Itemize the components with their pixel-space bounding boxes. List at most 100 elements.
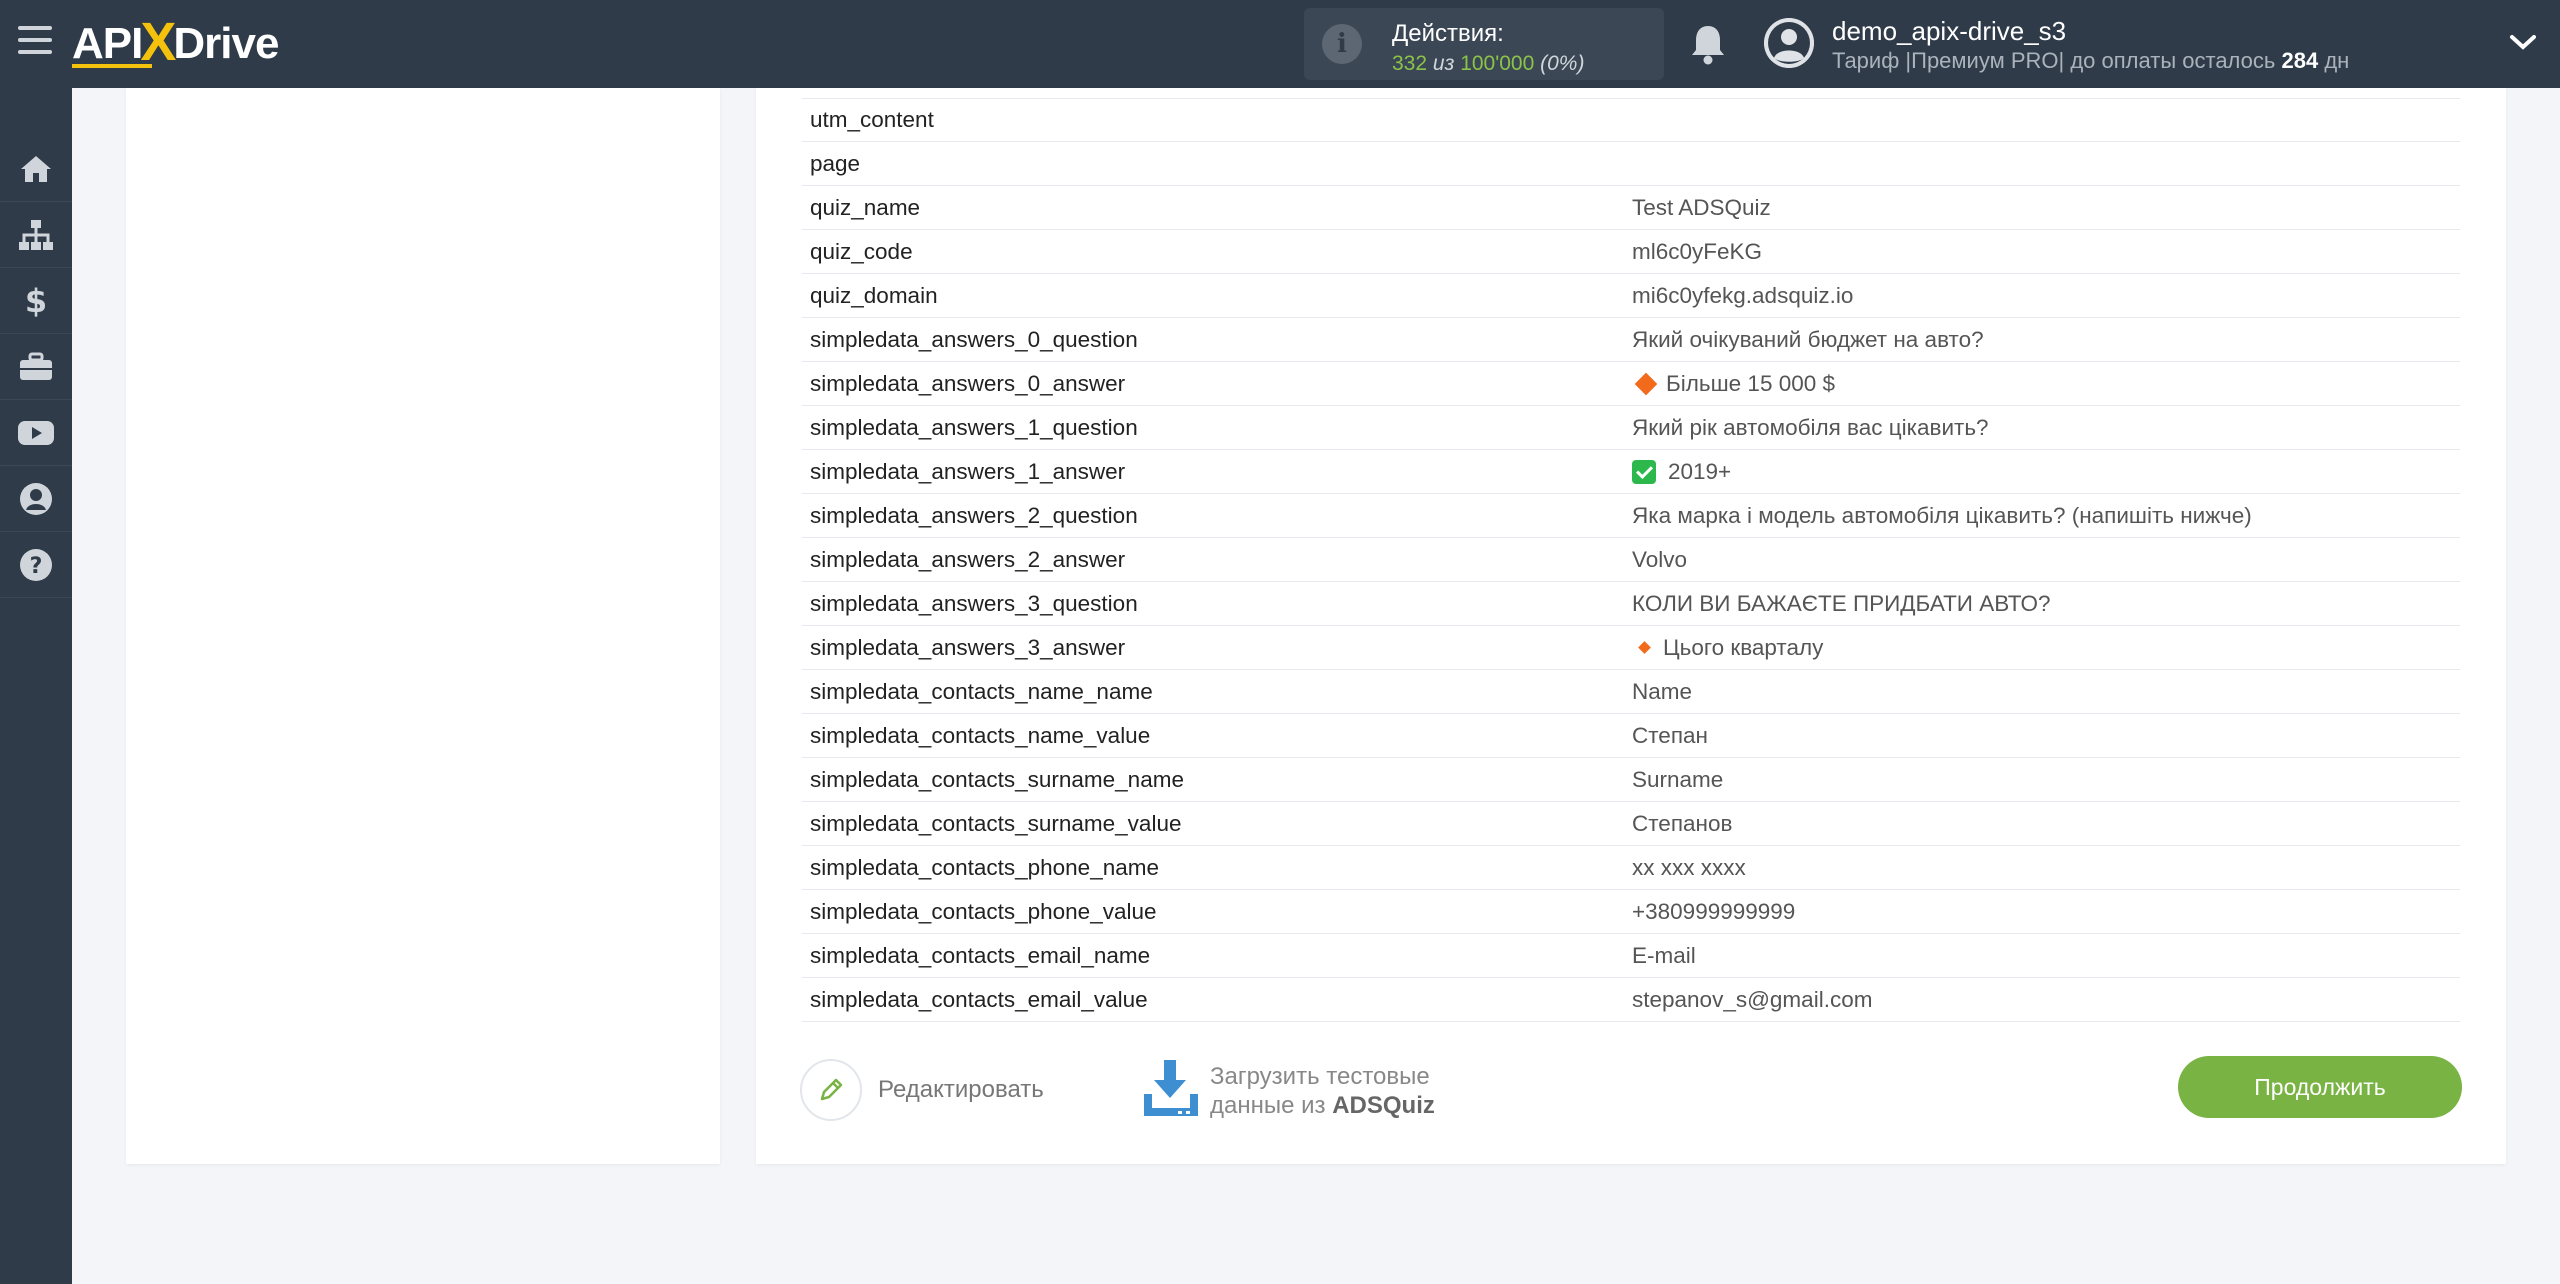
field-name: utm_content (810, 107, 934, 132)
field-name: simpledata_contacts_phone_name (810, 854, 1159, 880)
load-label-line1: Загрузить тестовые (1210, 1063, 1430, 1090)
menu-icon[interactable] (18, 26, 52, 62)
plan-days-unit: дн (2324, 48, 2350, 73)
continue-button[interactable]: Продолжить (2178, 1056, 2462, 1118)
field-value: Яка марка і модель автомобіля цікавить? … (1632, 502, 2252, 528)
user-name[interactable]: demo_apix-drive_s3 (1832, 16, 2066, 47)
orange-diamond-icon (1634, 372, 1658, 395)
youtube-icon[interactable] (0, 400, 72, 466)
load-test-data-button[interactable]: Загрузить тестовые данные из ADSQuiz (1142, 1056, 1435, 1126)
field-value-cell: Степан (1632, 723, 2460, 749)
field-value-cell: Name (1632, 679, 2460, 705)
field-name: simpledata_contacts_surname_name (810, 766, 1184, 792)
data-table: utm_content page quiz_name Test ADSQuiz quiz… (802, 98, 2460, 1022)
logo-underline (72, 64, 152, 68)
field-value: stepanov_s@gmail.com (1632, 986, 1873, 1012)
load-label-source: ADSQuiz (1332, 1092, 1435, 1119)
apixdrive-logo[interactable]: API X Drive (72, 12, 279, 74)
dollar-icon[interactable]: $ (0, 268, 72, 334)
field-value-cell: Surname (1632, 767, 2460, 793)
actions-label: Действия: (1392, 20, 1504, 47)
load-label-prefix: данные из (1210, 1092, 1326, 1119)
field-name: simpledata_contacts_email_name (810, 942, 1151, 968)
field-value-cell: КОЛИ ВИ БАЖАЄТЕ ПРИДБАТИ АВТО? (1632, 591, 2460, 617)
field-name: simpledata_answers_0_answer (810, 370, 1126, 396)
field-name: simpledata_answers_1_question (810, 414, 1138, 440)
field-value: Степан (1632, 722, 1708, 748)
field-value: xx xxx xxxx (1632, 854, 1746, 880)
field-value: E-mail (1632, 942, 1696, 968)
field-value: Surname (1632, 766, 1724, 792)
field-value: Test ADSQuiz (1632, 194, 1771, 220)
table-row: simpledata_contacts_name_value Степан (802, 714, 2460, 758)
actions-counter: i Действия: 332 из 100'000 (0%) (1304, 8, 1664, 80)
load-label: Загрузить тестовые данные из ADSQuiz (1210, 1062, 1435, 1120)
chevron-down-icon[interactable] (2508, 30, 2538, 54)
table-row: quiz_code ml6c0yFeKG (802, 230, 2460, 274)
table-row: simpledata_contacts_email_value stepanov_… (802, 978, 2460, 1022)
field-name: simpledata_answers_3_answer (810, 634, 1126, 660)
bell-icon[interactable] (1688, 22, 1728, 66)
plan-text: Тариф |Премиум PRO| до оплаты осталось (1832, 48, 2276, 73)
field-name: simpledata_answers_2_question (810, 502, 1138, 528)
field-value: КОЛИ ВИ БАЖАЄТЕ ПРИДБАТИ АВТО? (1632, 590, 2051, 616)
user-icon[interactable] (0, 466, 72, 532)
field-value: +380999999999 (1632, 898, 1796, 924)
actions-total: 100'000 (1460, 52, 1535, 75)
field-value-cell: ml6c0yFeKG (1632, 239, 2460, 265)
field-value-cell: Яка марка і модель автомобіля цікавить? … (1632, 503, 2460, 529)
table-row: quiz_name Test ADSQuiz (802, 186, 2460, 230)
table-row: simpledata_answers_0_question Який очікув… (802, 318, 2460, 362)
info-icon: i (1322, 24, 1362, 64)
table-row: simpledata_answers_2_answer Volvo (802, 538, 2460, 582)
actions-count: 332 из 100'000 (0%) (1392, 52, 1584, 76)
table-row: simpledata_answers_3_question КОЛИ ВИ БАЖ… (802, 582, 2460, 626)
help-icon[interactable]: ? (0, 532, 72, 598)
field-value-cell: xx xxx xxxx (1632, 855, 2460, 881)
avatar[interactable] (1764, 18, 1814, 68)
field-name: simpledata_contacts_email_value (810, 986, 1148, 1012)
field-value-cell: mi6c0yfekg.adsquiz.io (1632, 283, 2460, 309)
field-value: Який рік автомобіля вас цікавить? (1632, 414, 1989, 440)
download-icon (1142, 1058, 1202, 1125)
field-value-cell: Цього кварталу (1632, 635, 2460, 661)
field-value-cell: Більше 15 000 $ (1632, 371, 2460, 397)
left-panel (126, 88, 720, 1164)
table-row: utm_content (802, 98, 2460, 142)
actions-percent: (0%) (1540, 52, 1585, 75)
table-row: simpledata_contacts_surname_value Степано… (802, 802, 2460, 846)
field-name: simpledata_answers_0_question (810, 326, 1138, 352)
home-icon[interactable] (0, 136, 72, 202)
field-name: quiz_domain (810, 282, 938, 308)
field-value-cell: Степанов (1632, 811, 2460, 837)
field-value-cell: Який рік автомобіля вас цікавить? (1632, 415, 2460, 441)
table-row: simpledata_answers_2_question Яка марка і… (802, 494, 2460, 538)
top-header: API X Drive i Действия: 332 из 100'000 (… (0, 0, 2560, 88)
field-value: ml6c0yFeKG (1632, 238, 1763, 264)
logo-text-drive: Drive (173, 19, 279, 68)
field-name: simpledata_answers_3_question (810, 590, 1138, 616)
table-row: simpledata_answers_3_answer Цього квартал… (802, 626, 2460, 670)
small-orange-diamond-icon (1638, 641, 1651, 654)
field-value: Степанов (1632, 810, 1733, 836)
field-value: Цього кварталу (1663, 634, 1824, 660)
field-value-cell: +380999999999 (1632, 899, 2460, 925)
edit-button[interactable]: Редактировать (800, 1058, 1044, 1122)
field-value-cell: Який очікуваний бюджет на авто? (1632, 327, 2460, 353)
briefcase-icon[interactable] (0, 334, 72, 400)
table-row: simpledata_contacts_surname_name Surname (802, 758, 2460, 802)
field-name: simpledata_answers_1_answer (810, 458, 1126, 484)
sidebar: $ ? (0, 88, 72, 1284)
field-value-cell: stepanov_s@gmail.com (1632, 987, 2460, 1013)
svg-text:$: $ (25, 283, 47, 319)
field-value: mi6c0yfekg.adsquiz.io (1632, 282, 1854, 308)
field-value-cell: 2019+ (1632, 459, 2460, 485)
svg-text:?: ? (30, 554, 43, 579)
table-row: quiz_domain mi6c0yfekg.adsquiz.io (802, 274, 2460, 318)
check-mark-icon (1632, 459, 1656, 484)
actions-of: из (1432, 52, 1455, 75)
sitemap-icon[interactable] (0, 202, 72, 268)
table-row: simpledata_contacts_phone_value +38099999… (802, 890, 2460, 934)
table-row: simpledata_contacts_email_name E-mail (802, 934, 2460, 978)
field-value-cell: Test ADSQuiz (1632, 195, 2460, 221)
